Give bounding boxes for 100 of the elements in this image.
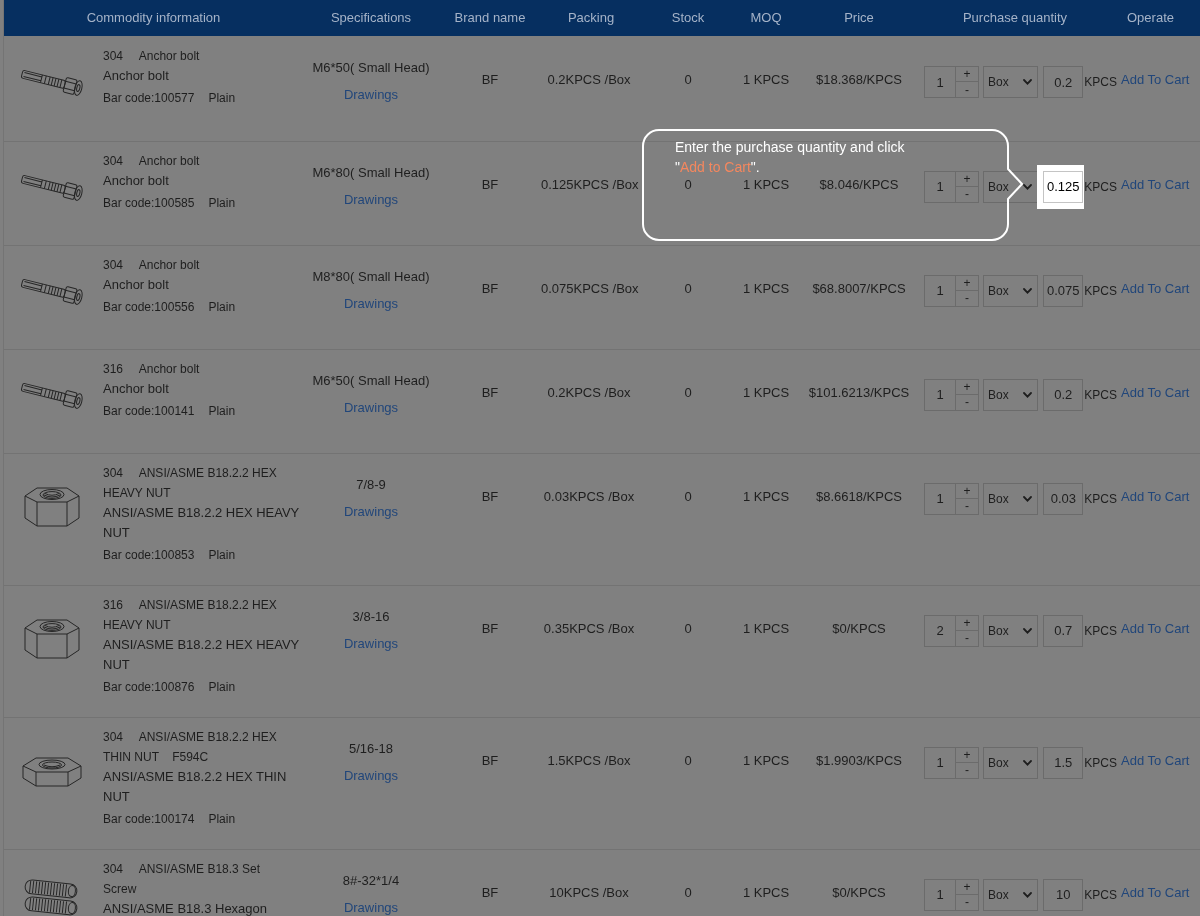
unit-text: KPCS: [1084, 622, 1117, 640]
brand-text: BF: [481, 884, 499, 900]
drawings-link[interactable]: Drawings: [343, 295, 399, 311]
increase-button[interactable]: +: [956, 482, 979, 499]
drawings-link[interactable]: Drawings: [343, 399, 399, 415]
amount-field[interactable]: 0.2: [1043, 378, 1084, 411]
product-heading: 304 Anchor bolt: [103, 256, 201, 274]
decrease-button[interactable]: -: [956, 894, 979, 911]
column-header: Operate: [1127, 9, 1174, 28]
chevron-down-icon: [1023, 183, 1033, 190]
finish-text: Plain: [208, 403, 236, 418]
amount-field[interactable]: 0.075: [1043, 274, 1084, 307]
moq-text: 1 KPCS: [742, 384, 790, 400]
add-to-cart-link[interactable]: Add To Cart: [1121, 72, 1190, 87]
amount-field[interactable]: 0.125: [1043, 170, 1084, 203]
moq-text: 1 KPCS: [742, 884, 790, 900]
drawings-link[interactable]: Drawings: [343, 635, 399, 651]
stock-text: 0: [684, 72, 692, 87]
tooltip-text: Enter the purchase quantity and click "Add to Cart".: [675, 138, 906, 177]
amount-field[interactable]: 0.2: [1043, 66, 1084, 98]
moq-text: 1 KPCS: [742, 752, 790, 768]
finish-text: Plain: [208, 679, 236, 694]
quantity-field[interactable]: 2: [924, 614, 956, 647]
add-to-cart-link[interactable]: Add To Cart: [1121, 280, 1190, 296]
price-text: $8.046/KPCS: [819, 176, 899, 192]
stock-text: 0: [684, 752, 692, 768]
unit-text: KPCS: [1084, 74, 1117, 91]
unit-select[interactable]: Box: [983, 274, 1039, 307]
amount-field[interactable]: 10: [1043, 878, 1084, 911]
price-text: $0/KPCS: [832, 620, 886, 636]
chevron-down-icon: [1023, 495, 1033, 502]
increase-button[interactable]: +: [956, 170, 979, 187]
unit-text: KPCS: [1084, 886, 1117, 904]
increase-button[interactable]: +: [956, 878, 979, 895]
increase-button[interactable]: +: [956, 66, 979, 82]
add-to-cart-link[interactable]: Add To Cart: [1121, 488, 1190, 504]
drawings-link[interactable]: Drawings: [343, 87, 399, 102]
product-name: ANSI/ASME B18.3 Hexagon: [103, 900, 268, 916]
increase-button[interactable]: +: [956, 378, 979, 395]
drawings-link[interactable]: Drawings: [343, 503, 399, 519]
product-name: ANSI/ASME B18.2.2 HEX HEAVY NUT: [103, 504, 300, 540]
brand-text: BF: [481, 488, 499, 504]
spec-text: 8#-32*1/4: [342, 872, 400, 888]
chevron-down-icon: [1023, 391, 1033, 398]
finish-text: Plain: [208, 195, 236, 210]
drawings-link[interactable]: Drawings: [343, 191, 399, 207]
unit-select[interactable]: Box: [983, 614, 1039, 647]
stock-text: 0: [684, 488, 692, 504]
unit-select[interactable]: Box: [983, 878, 1039, 911]
quantity-field[interactable]: 1: [924, 274, 956, 307]
amount-field[interactable]: 1.5: [1043, 746, 1084, 779]
brand-text: BF: [481, 72, 499, 87]
unit-select[interactable]: Box: [983, 66, 1039, 98]
increase-button[interactable]: +: [956, 614, 979, 631]
moq-text: 1 KPCS: [742, 620, 790, 636]
column-header: Price: [844, 9, 874, 28]
product-heading: 316 Anchor bolt: [103, 360, 201, 378]
quantity-field[interactable]: 1: [924, 746, 956, 779]
add-to-cart-link[interactable]: Add To Cart: [1121, 620, 1190, 636]
finish-text: Plain: [208, 91, 236, 105]
unit-select[interactable]: Box: [983, 482, 1039, 515]
quantity-field[interactable]: 1: [924, 66, 956, 98]
increase-button[interactable]: +: [956, 274, 979, 291]
add-to-cart-link[interactable]: Add To Cart: [1121, 176, 1190, 192]
drawings-link[interactable]: Drawings: [343, 767, 399, 783]
quantity-field[interactable]: 1: [924, 378, 956, 411]
add-to-cart-link[interactable]: Add To Cart: [1121, 884, 1190, 900]
decrease-button[interactable]: -: [956, 186, 979, 203]
drawings-link[interactable]: Drawings: [343, 899, 399, 915]
spec-text: 7/8-9: [356, 476, 386, 492]
brand-text: BF: [481, 620, 499, 636]
packing-text: 1.5KPCS /Box: [547, 752, 631, 768]
price-text: $101.6213/KPCS: [808, 384, 910, 400]
product-heading: 304 Anchor bolt: [103, 152, 201, 170]
spec-text: M8*80( Small Head): [312, 268, 430, 284]
quantity-field[interactable]: 1: [924, 878, 956, 911]
decrease-button[interactable]: -: [956, 290, 979, 307]
decrease-button[interactable]: -: [956, 498, 979, 515]
decrease-button[interactable]: -: [956, 394, 979, 411]
increase-button[interactable]: +: [956, 746, 979, 763]
decrease-button[interactable]: -: [956, 630, 979, 647]
quantity-field[interactable]: 1: [924, 170, 956, 203]
product-name: Anchor bolt: [103, 68, 169, 83]
quantity-field[interactable]: 1: [924, 482, 956, 515]
chevron-down-icon: [1023, 891, 1033, 898]
packing-text: 0.2KPCS /Box: [547, 384, 631, 400]
stock-text: 0: [684, 884, 692, 900]
amount-field[interactable]: 0.7: [1043, 614, 1084, 647]
decrease-button[interactable]: -: [956, 82, 979, 98]
add-to-cart-link[interactable]: Add To Cart: [1121, 752, 1190, 768]
product-heading: 304 Anchor bolt: [103, 48, 201, 65]
unit-select[interactable]: Box: [983, 378, 1039, 411]
packing-text: 0.35KPCS /Box: [543, 620, 635, 636]
column-header: Purchase quantity: [962, 9, 1068, 28]
add-to-cart-link[interactable]: Add To Cart: [1121, 384, 1190, 400]
amount-field[interactable]: 0.03: [1043, 482, 1084, 515]
decrease-button[interactable]: -: [956, 762, 979, 779]
unit-select[interactable]: Box: [983, 746, 1039, 779]
spec-text: M6*50( Small Head): [312, 372, 430, 388]
packing-text: 0.2KPCS /Box: [547, 72, 631, 87]
